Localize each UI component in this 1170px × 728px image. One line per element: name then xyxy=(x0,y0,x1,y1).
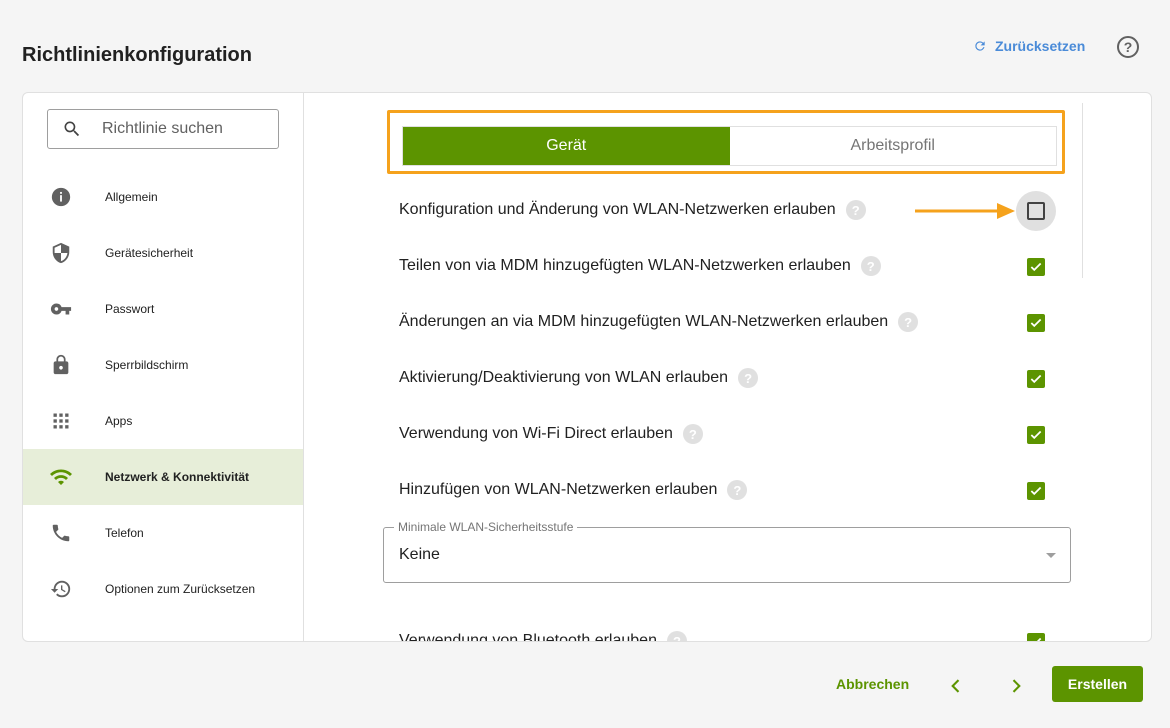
setting-row: Verwendung von Bluetooth erlauben ? xyxy=(399,629,1059,641)
setting-row: Änderungen an via MDM hinzugefügten WLAN… xyxy=(399,310,1059,334)
page-title: Richtlinienkonfiguration xyxy=(22,44,252,66)
help-icon: ? xyxy=(1123,39,1133,55)
help-icon[interactable]: ? xyxy=(845,200,866,220)
setting-checkbox[interactable] xyxy=(1027,314,1045,332)
search-icon xyxy=(64,121,80,137)
tab-highlight-frame: Gerät Arbeitsprofil xyxy=(387,110,1065,174)
sidebar-item-allgemein[interactable]: Allgemein xyxy=(23,169,303,225)
check-icon xyxy=(1030,430,1042,440)
phone-icon xyxy=(49,521,73,545)
setting-checkbox[interactable] xyxy=(1027,370,1045,388)
help-icon[interactable]: ? xyxy=(860,256,881,276)
next-button[interactable] xyxy=(1004,674,1028,698)
help-icon[interactable]: ? xyxy=(898,312,919,332)
search-box[interactable] xyxy=(47,109,279,149)
help-icon[interactable]: ? xyxy=(738,368,759,388)
help-button[interactable]: ? xyxy=(1117,36,1139,58)
tab-geraet[interactable]: Gerät xyxy=(403,127,730,165)
reset-button[interactable]: Zurücksetzen xyxy=(973,38,1085,54)
sidebar-item-label: Telefon xyxy=(105,526,144,540)
help-icon[interactable]: ? xyxy=(727,480,748,500)
sidebar-item-label: Optionen zum Zurücksetzen xyxy=(105,582,256,596)
setting-label: Verwendung von Bluetooth erlauben xyxy=(399,632,657,641)
setting-row: Aktivierung/Deaktivierung von WLAN erlau… xyxy=(399,366,1059,390)
sidebar-item-label: Sperrbildschirm xyxy=(105,358,189,372)
select-label: Minimale WLAN-Sicherheitsstufe xyxy=(394,520,578,534)
setting-label: Verwendung von Wi-Fi Direct erlauben xyxy=(399,425,673,442)
sidebar-item-label: Gerätesicherheit xyxy=(105,246,194,260)
setting-checkbox[interactable] xyxy=(1027,258,1045,276)
sidebar-item-netzwerk[interactable]: Netzwerk & Konnektivität xyxy=(23,449,303,505)
sidebar-item-label: Passwort xyxy=(105,302,155,316)
setting-checkbox[interactable] xyxy=(1027,426,1045,444)
setting-label: Aktivierung/Deaktivierung von WLAN erlau… xyxy=(399,369,729,386)
sidebar-item-label: Allgemein xyxy=(105,190,158,204)
sidebar-item-zuruecksetzen[interactable]: Optionen zum Zurücksetzen xyxy=(23,561,303,617)
setting-checkbox[interactable] xyxy=(1027,482,1045,500)
help-icon[interactable]: ? xyxy=(666,631,687,641)
check-icon xyxy=(1036,637,1042,641)
policy-card: Allgemein Gerätesicherheit Passwort Sper… xyxy=(22,92,1152,642)
reset-label: Zurücksetzen xyxy=(995,38,1086,54)
setting-row: Hinzufügen von WLAN-Netzwerken erlauben … xyxy=(399,478,1059,502)
create-button[interactable]: Erstellen xyxy=(1052,666,1143,702)
tab-arbeitsprofil[interactable]: Arbeitsprofil xyxy=(729,127,1056,165)
shield-icon xyxy=(49,241,73,265)
select-value: Keine xyxy=(399,546,440,563)
sidebar-item-geraetesicherheit[interactable]: Gerätesicherheit xyxy=(23,225,303,281)
setting-label: Änderungen an via MDM hinzugefügten WLAN… xyxy=(399,313,889,330)
sidebar-item-label: Netzwerk & Konnektivität xyxy=(105,470,250,484)
check-icon xyxy=(1030,318,1042,328)
sidebar-item-label: Apps xyxy=(105,414,133,428)
key-icon xyxy=(49,297,73,321)
info-icon xyxy=(49,185,73,209)
sidebar-item-sperrbildschirm[interactable]: Sperrbildschirm xyxy=(23,337,303,393)
sidebar-item-apps[interactable]: Apps xyxy=(23,393,303,449)
cancel-button[interactable]: Abbrechen xyxy=(836,676,909,692)
setting-label: Konfiguration und Änderung von WLAN-Netz… xyxy=(399,201,836,218)
setting-label: Teilen von via MDM hinzugefügten WLAN-Ne… xyxy=(399,257,851,274)
prev-button[interactable] xyxy=(944,674,968,698)
settings-panel: Gerät Arbeitsprofil Konfiguration und Än… xyxy=(305,93,1151,641)
check-icon xyxy=(1030,486,1042,496)
sidebar-nav: Allgemein Gerätesicherheit Passwort Sper… xyxy=(23,169,303,617)
footer: Abbrechen Erstellen xyxy=(0,666,1170,706)
sidebar: Allgemein Gerätesicherheit Passwort Sper… xyxy=(23,93,304,641)
sidebar-item-telefon[interactable]: Telefon xyxy=(23,505,303,561)
lock-icon xyxy=(49,353,73,377)
history-icon xyxy=(49,577,73,601)
setting-label: Hinzufügen von WLAN-Netzwerken erlauben xyxy=(399,481,718,498)
search-input[interactable] xyxy=(102,120,262,138)
help-icon[interactable]: ? xyxy=(682,424,703,444)
dropdown-arrow-icon xyxy=(1046,553,1056,558)
check-icon xyxy=(1030,262,1042,272)
profile-tabs: Gerät Arbeitsprofil xyxy=(402,126,1057,166)
check-icon xyxy=(1030,374,1042,384)
refresh-icon xyxy=(975,41,985,51)
arrow-right-icon xyxy=(915,203,1015,219)
scrollbar[interactable] xyxy=(1082,103,1083,278)
grid-icon xyxy=(49,409,73,433)
security-level-select[interactable]: Minimale WLAN-Sicherheitsstufe Keine xyxy=(383,520,1071,583)
chevron-right-icon xyxy=(1012,679,1021,693)
setting-checkbox[interactable] xyxy=(1027,633,1045,641)
setting-row: Verwendung von Wi-Fi Direct erlauben ? xyxy=(399,422,1059,446)
setting-row: Teilen von via MDM hinzugefügten WLAN-Ne… xyxy=(399,254,1059,278)
sidebar-item-passwort[interactable]: Passwort xyxy=(23,281,303,337)
chevron-left-icon xyxy=(951,679,960,693)
setting-checkbox[interactable] xyxy=(1027,202,1045,220)
wifi-icon xyxy=(49,465,73,489)
